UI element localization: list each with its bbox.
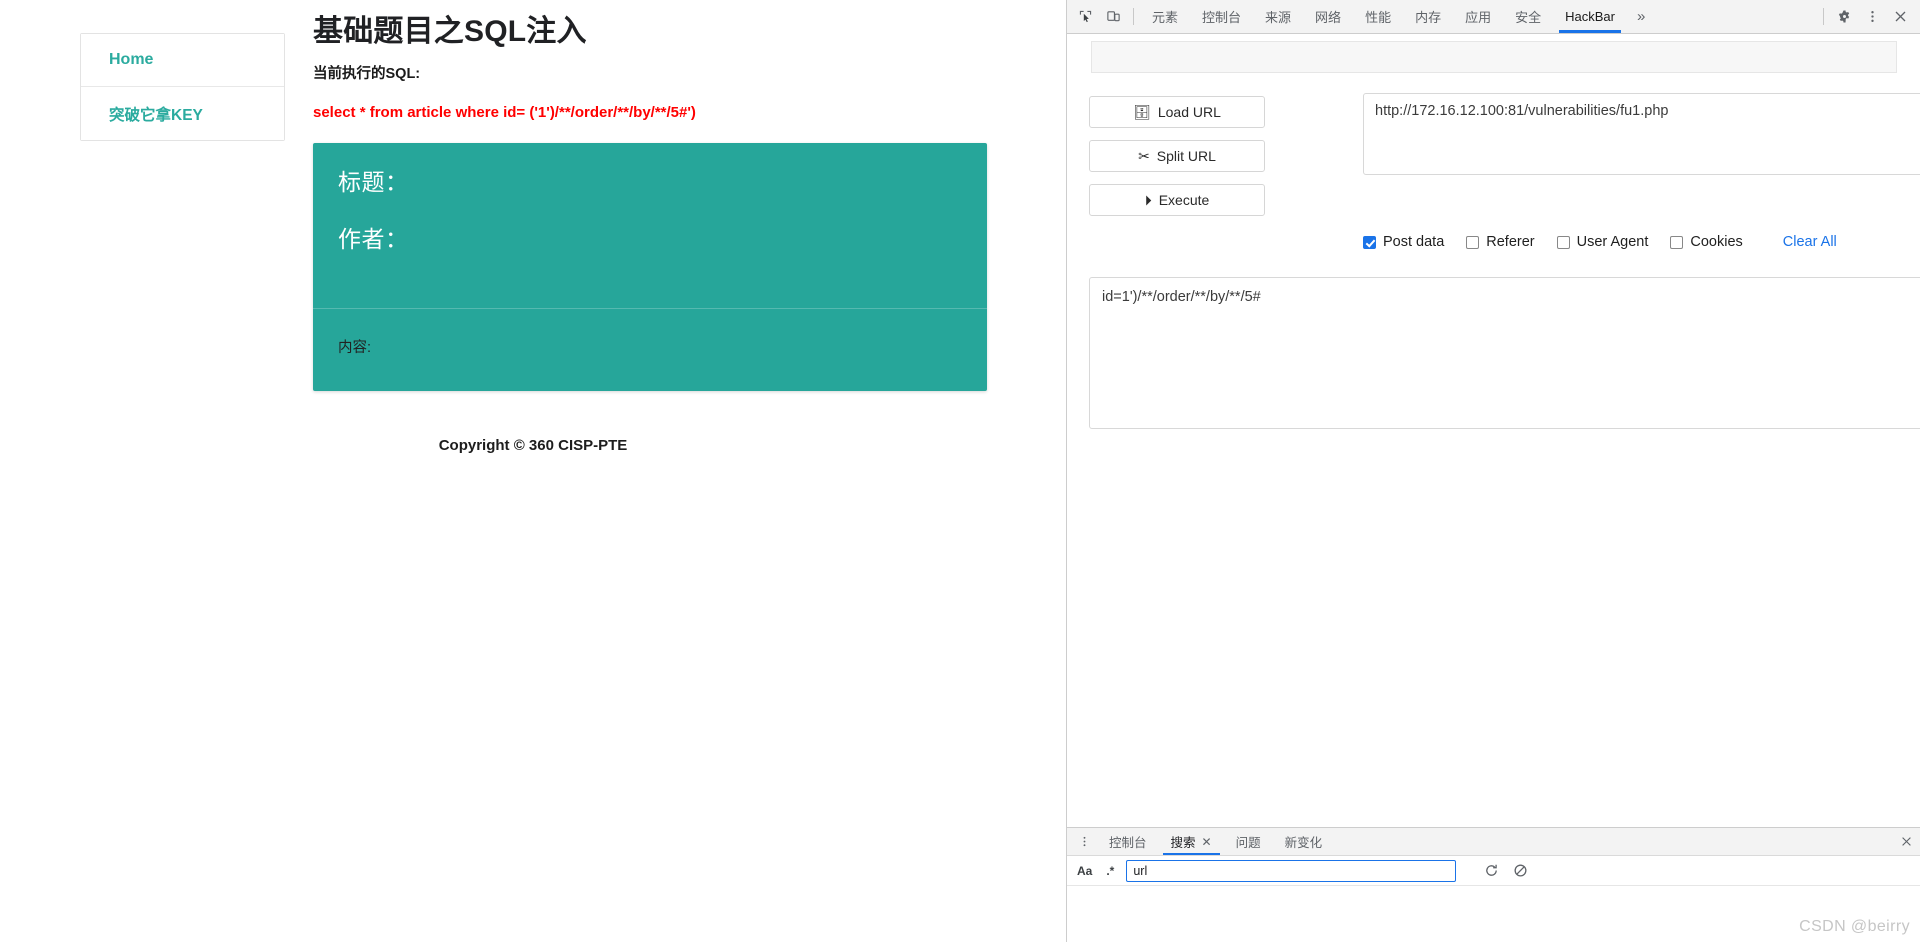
toolbar-divider-right	[1823, 8, 1824, 25]
drawer-tab-strip: 控制台 搜索 ✕ 问题 新变化	[1067, 828, 1920, 856]
search-actions	[1484, 863, 1528, 878]
search-results-area	[1067, 886, 1920, 942]
hackbar-button-column: 🗄 Load URL ✂ Split URL ⏵ Execute	[1089, 96, 1265, 228]
drawer-tab-label: 新变化	[1284, 836, 1323, 850]
article-author-label: 作者：	[338, 226, 409, 252]
option-user-agent[interactable]: User Agent	[1556, 234, 1649, 250]
user-agent-checkbox[interactable]	[1556, 235, 1570, 249]
devtools-toolbar-actions	[1817, 0, 1920, 33]
article-content-label: 内容:	[338, 340, 372, 356]
drawer-tab-label: 问题	[1235, 836, 1261, 850]
devtools-toolbar: 元素 控制台 来源 网络 性能 内存 应用 安全 HackBar »	[1067, 0, 1920, 34]
tab-sources[interactable]: 来源	[1253, 0, 1303, 33]
drawer-tab-whatsnew[interactable]: 新变化	[1273, 828, 1335, 855]
gear-icon[interactable]	[1830, 0, 1858, 33]
sidebar-item-label: Home	[109, 51, 154, 68]
regex-toggle[interactable]: .*	[1104, 864, 1116, 878]
option-referer[interactable]: Referer	[1466, 234, 1535, 250]
tab-hackbar[interactable]: HackBar	[1553, 0, 1627, 33]
tab-console[interactable]: 控制台	[1190, 0, 1253, 33]
tab-label: 安全	[1515, 10, 1542, 25]
page-footer: Copyright © 360 CISP-PTE	[438, 437, 628, 454]
tab-label: 应用	[1465, 10, 1492, 25]
url-input[interactable]	[1363, 93, 1920, 175]
option-cookies[interactable]: Cookies	[1670, 234, 1743, 250]
load-url-icon: 🗄	[1133, 104, 1151, 120]
execute-icon: ⏵	[1144, 192, 1152, 208]
split-url-icon: ✂	[1138, 148, 1150, 164]
close-icon[interactable]	[1886, 0, 1914, 33]
tab-label: 性能	[1365, 10, 1392, 25]
tab-performance[interactable]: 性能	[1353, 0, 1403, 33]
drawer-tab-label: 搜索	[1170, 836, 1196, 850]
sidebar-nav: Home 突破它拿KEY	[80, 33, 285, 141]
tab-label: 内存	[1415, 10, 1442, 25]
drawer-kebab-menu-icon[interactable]	[1071, 828, 1097, 855]
post-data-label: Post data	[1383, 234, 1445, 250]
tab-label: 来源	[1265, 10, 1292, 25]
article-title-label: 标题：	[338, 169, 409, 195]
kebab-menu-icon[interactable]	[1858, 0, 1886, 33]
load-url-button[interactable]: 🗄 Load URL	[1089, 96, 1265, 128]
option-post-data[interactable]: Post data	[1363, 234, 1444, 250]
clear-all-link[interactable]: Clear All	[1783, 234, 1837, 250]
cancel-icon[interactable]	[1513, 863, 1528, 878]
tab-security[interactable]: 安全	[1503, 0, 1553, 33]
match-case-toggle[interactable]: Aa	[1075, 864, 1094, 878]
screen-root: 基础题目之SQL注入 当前执行的SQL: select * from artic…	[0, 0, 1920, 942]
page-title: 基础题目之SQL注入	[313, 15, 587, 48]
drawer-tab-close-icon[interactable]: ✕	[1202, 835, 1212, 849]
cookies-checkbox[interactable]	[1670, 235, 1684, 249]
more-tabs-label: »	[1636, 8, 1646, 25]
search-input[interactable]	[1126, 859, 1457, 882]
devtools-panel: 元素 控制台 来源 网络 性能 内存 应用 安全 HackBar » 🗄 Loa…	[1066, 0, 1920, 942]
drawer-tab-label: 控制台	[1109, 836, 1147, 850]
hackbar-options-row: Post data Referer User Agent Cookies Cle…	[1363, 234, 1837, 250]
more-tabs-icon[interactable]: »	[1627, 0, 1655, 33]
sidebar-item-label: 突破它拿KEY	[109, 106, 203, 124]
tab-label: 元素	[1152, 10, 1179, 25]
web-page-pane: 基础题目之SQL注入 当前执行的SQL: select * from artic…	[0, 0, 1066, 942]
user-agent-label: User Agent	[1576, 234, 1649, 250]
sql-label: 当前执行的SQL:	[313, 66, 421, 82]
inspect-cursor-icon[interactable]	[1071, 0, 1099, 33]
drawer-tab-console[interactable]: 控制台	[1097, 828, 1159, 855]
post-data-checkbox[interactable]	[1363, 235, 1376, 249]
cookies-label: Cookies	[1690, 234, 1743, 250]
device-toolbar-icon[interactable]	[1099, 0, 1127, 33]
sidebar-item-home[interactable]: Home	[81, 34, 284, 87]
referer-label: Referer	[1486, 234, 1535, 250]
tab-application[interactable]: 应用	[1453, 0, 1503, 33]
hackbar-top-strip	[1091, 41, 1897, 73]
sidebar-item-getkey[interactable]: 突破它拿KEY	[81, 87, 284, 140]
tab-label: 控制台	[1202, 10, 1242, 25]
search-bar: Aa .*	[1067, 856, 1920, 886]
article-panel: 标题： 作者： 内容:	[313, 143, 987, 391]
refresh-icon[interactable]	[1484, 863, 1499, 878]
execute-button[interactable]: ⏵ Execute	[1089, 184, 1265, 216]
devtools-tab-strip: 元素 控制台 来源 网络 性能 内存 应用 安全 HackBar »	[1140, 0, 1817, 33]
split-url-button[interactable]: ✂ Split URL	[1089, 140, 1265, 172]
tab-label: HackBar	[1565, 9, 1615, 24]
execute-label: Execute	[1158, 192, 1210, 208]
devtools-drawer: 控制台 搜索 ✕ 问题 新变化 Aa .* url	[1067, 827, 1920, 942]
hackbar-panel: 🗄 Load URL ✂ Split URL ⏵ Execute Post da…	[1067, 35, 1920, 942]
load-url-label: Load URL	[1157, 104, 1221, 120]
drawer-close-icon[interactable]	[1900, 828, 1913, 855]
tab-memory[interactable]: 内存	[1403, 0, 1453, 33]
split-url-label: Split URL	[1156, 148, 1216, 164]
tab-label: 网络	[1315, 10, 1342, 25]
tab-network[interactable]: 网络	[1303, 0, 1353, 33]
referer-checkbox[interactable]	[1466, 235, 1480, 249]
tab-elements[interactable]: 元素	[1140, 0, 1190, 33]
toolbar-divider	[1133, 8, 1134, 25]
article-header: 标题： 作者：	[313, 143, 987, 309]
drawer-tab-search[interactable]: 搜索 ✕	[1159, 828, 1224, 855]
article-body: 内容:	[313, 309, 987, 357]
sql-query-text: select * from article where id= ('1')/**…	[313, 104, 696, 121]
post-data-input[interactable]	[1089, 277, 1920, 429]
drawer-tab-issues[interactable]: 问题	[1224, 828, 1273, 855]
